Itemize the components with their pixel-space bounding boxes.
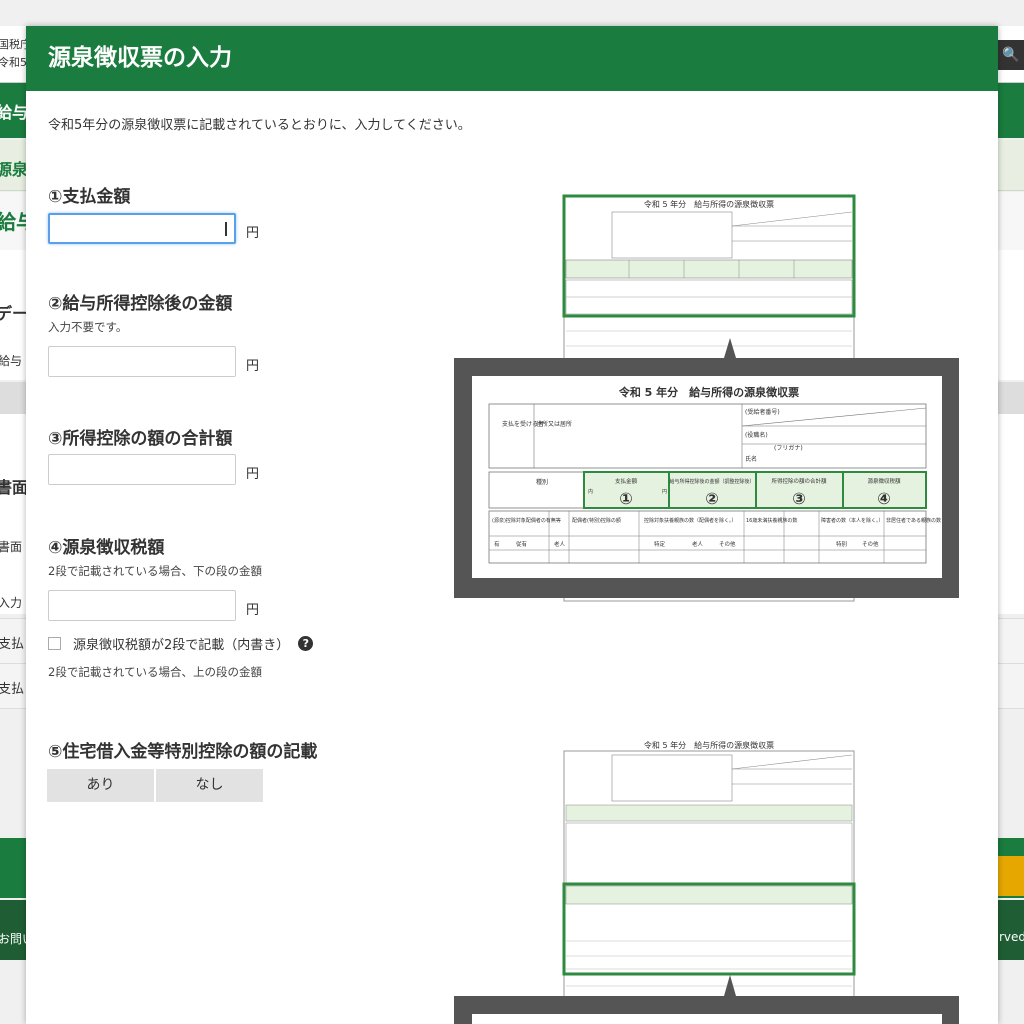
form-label: 住所又は居所 bbox=[536, 420, 572, 428]
two-tier-checkbox-label[interactable]: 源泉徴収税額が2段で記載（内書き） bbox=[73, 634, 289, 653]
marker-2: ② bbox=[705, 489, 719, 508]
field-salary-after-deduction-title: ②給与所得控除後の金額 bbox=[48, 294, 233, 314]
field-note: 入力不要です。 bbox=[48, 320, 128, 334]
background-button[interactable] bbox=[998, 856, 1024, 896]
dialog-intro: 令和5年分の源泉徴収票に記載されているとおりに、入力してください。 bbox=[48, 118, 471, 133]
form-label: 配偶者(特別)控除の額 bbox=[572, 517, 621, 524]
background-text: rved bbox=[998, 930, 1024, 944]
dialog-title: 源泉徴収票の入力 bbox=[26, 26, 998, 91]
two-tier-checkbox-row[interactable]: 源泉徴収税額が2段で記載（内書き） ? bbox=[48, 634, 314, 653]
background-text: 給与 bbox=[0, 103, 29, 122]
background-text: 支払 bbox=[0, 682, 25, 697]
withholding-slip-illustration-bottom: 令和 5 年分 給与所得の源泉徴収票 bbox=[454, 740, 959, 1024]
form-label: その他 bbox=[719, 540, 736, 548]
marker-3: ③ bbox=[792, 489, 806, 508]
withholding-slip-illustration-top: 令和 5 年分 給与所得の源泉徴収票 令和 5 年分 給与所得の源泉徴収票 (受… bbox=[454, 194, 959, 602]
form-label: 障害者の数（本人を除く。） bbox=[821, 517, 884, 524]
small-form-title: 令和 5 年分 給与所得の源泉徴収票 bbox=[644, 740, 774, 750]
marker-4: ④ bbox=[877, 489, 891, 508]
field-payment-amount-title: ①支払金額 bbox=[48, 187, 131, 207]
marker-1: ① bbox=[619, 489, 633, 508]
field-housing-loan-title: ⑤住宅借入金等特別控除の額の記載 bbox=[48, 742, 318, 762]
form-label: その他 bbox=[862, 540, 879, 548]
salary-after-deduction-input[interactable] bbox=[48, 346, 236, 377]
background-text: 入力 bbox=[0, 596, 23, 610]
form-label: 種別 bbox=[536, 478, 548, 486]
form-label: 有 bbox=[494, 540, 500, 548]
form-label: 控除対象扶養親族の数（配偶者を除く。） bbox=[644, 517, 737, 524]
form-label: 氏名 bbox=[745, 455, 757, 463]
background-text: 給与 bbox=[0, 354, 23, 368]
field-withholding-tax-title: ④源泉徴収税額 bbox=[48, 538, 165, 558]
form-label: 従有 bbox=[516, 540, 528, 548]
small-form-title: 令和 5 年分 給与所得の源泉徴収票 bbox=[644, 199, 774, 209]
form-label: 円 bbox=[662, 489, 667, 495]
field-note: 2段で記載されている場合、下の段の金額 bbox=[48, 564, 262, 578]
form-label: 特別 bbox=[836, 540, 847, 548]
form-label: 特定 bbox=[654, 540, 666, 548]
column-header: 所得控除の額の合計額 bbox=[771, 477, 827, 485]
form-label: 非居住者である親族の数 bbox=[886, 517, 941, 524]
background-header-text: 令和5 bbox=[0, 56, 27, 69]
background-text: デー bbox=[0, 304, 29, 323]
housing-loan-no-button[interactable]: なし bbox=[156, 769, 263, 802]
form-label: (役職名) bbox=[745, 431, 768, 439]
background-text: 書面 bbox=[0, 540, 23, 554]
search-icon[interactable]: 🔍 bbox=[998, 40, 1024, 70]
yen-unit: 円 bbox=[246, 603, 260, 618]
form-label: 16歳未満扶養親族の数 bbox=[746, 517, 797, 524]
form-label: 内 bbox=[588, 488, 593, 495]
background-text: 書面 bbox=[0, 478, 29, 497]
form-label: (フリガナ) bbox=[774, 444, 803, 452]
field-deduction-total-title: ③所得控除の額の合計額 bbox=[48, 429, 233, 449]
column-header: 支払金額 bbox=[615, 477, 638, 485]
checkbox-note: 2段で記載されている場合、上の段の金額 bbox=[48, 665, 262, 679]
column-header: 給与所得控除後の金額（調整控除後） bbox=[669, 478, 754, 485]
payment-amount-input[interactable] bbox=[48, 213, 236, 244]
withholding-tax-input[interactable] bbox=[48, 590, 236, 621]
background-text: 源泉 bbox=[0, 160, 29, 179]
deduction-total-input[interactable] bbox=[48, 454, 236, 485]
form-label: 老人 bbox=[692, 540, 704, 548]
zoom-form-title: 令和 5 年分 給与所得の源泉徴収票 bbox=[618, 385, 799, 399]
yen-unit: 円 bbox=[246, 467, 260, 482]
withholding-slip-dialog: 源泉徴収票の入力 令和5年分の源泉徴収票に記載されているとおりに、入力してくださ… bbox=[26, 26, 998, 1024]
two-tier-checkbox[interactable] bbox=[48, 637, 61, 650]
column-header: 源泉徴収税額 bbox=[867, 477, 901, 485]
form-label: (源泉)控除対象配偶者の有無等 bbox=[492, 517, 561, 524]
help-icon[interactable]: ? bbox=[298, 636, 314, 651]
background-text: 支払 bbox=[0, 637, 25, 652]
housing-loan-yes-button[interactable]: あり bbox=[47, 769, 154, 802]
form-label: 老人 bbox=[554, 540, 566, 548]
form-label: (受給者番号) bbox=[745, 408, 780, 416]
yen-unit: 円 bbox=[246, 359, 260, 374]
text-cursor bbox=[225, 222, 227, 236]
yen-unit: 円 bbox=[246, 226, 260, 241]
